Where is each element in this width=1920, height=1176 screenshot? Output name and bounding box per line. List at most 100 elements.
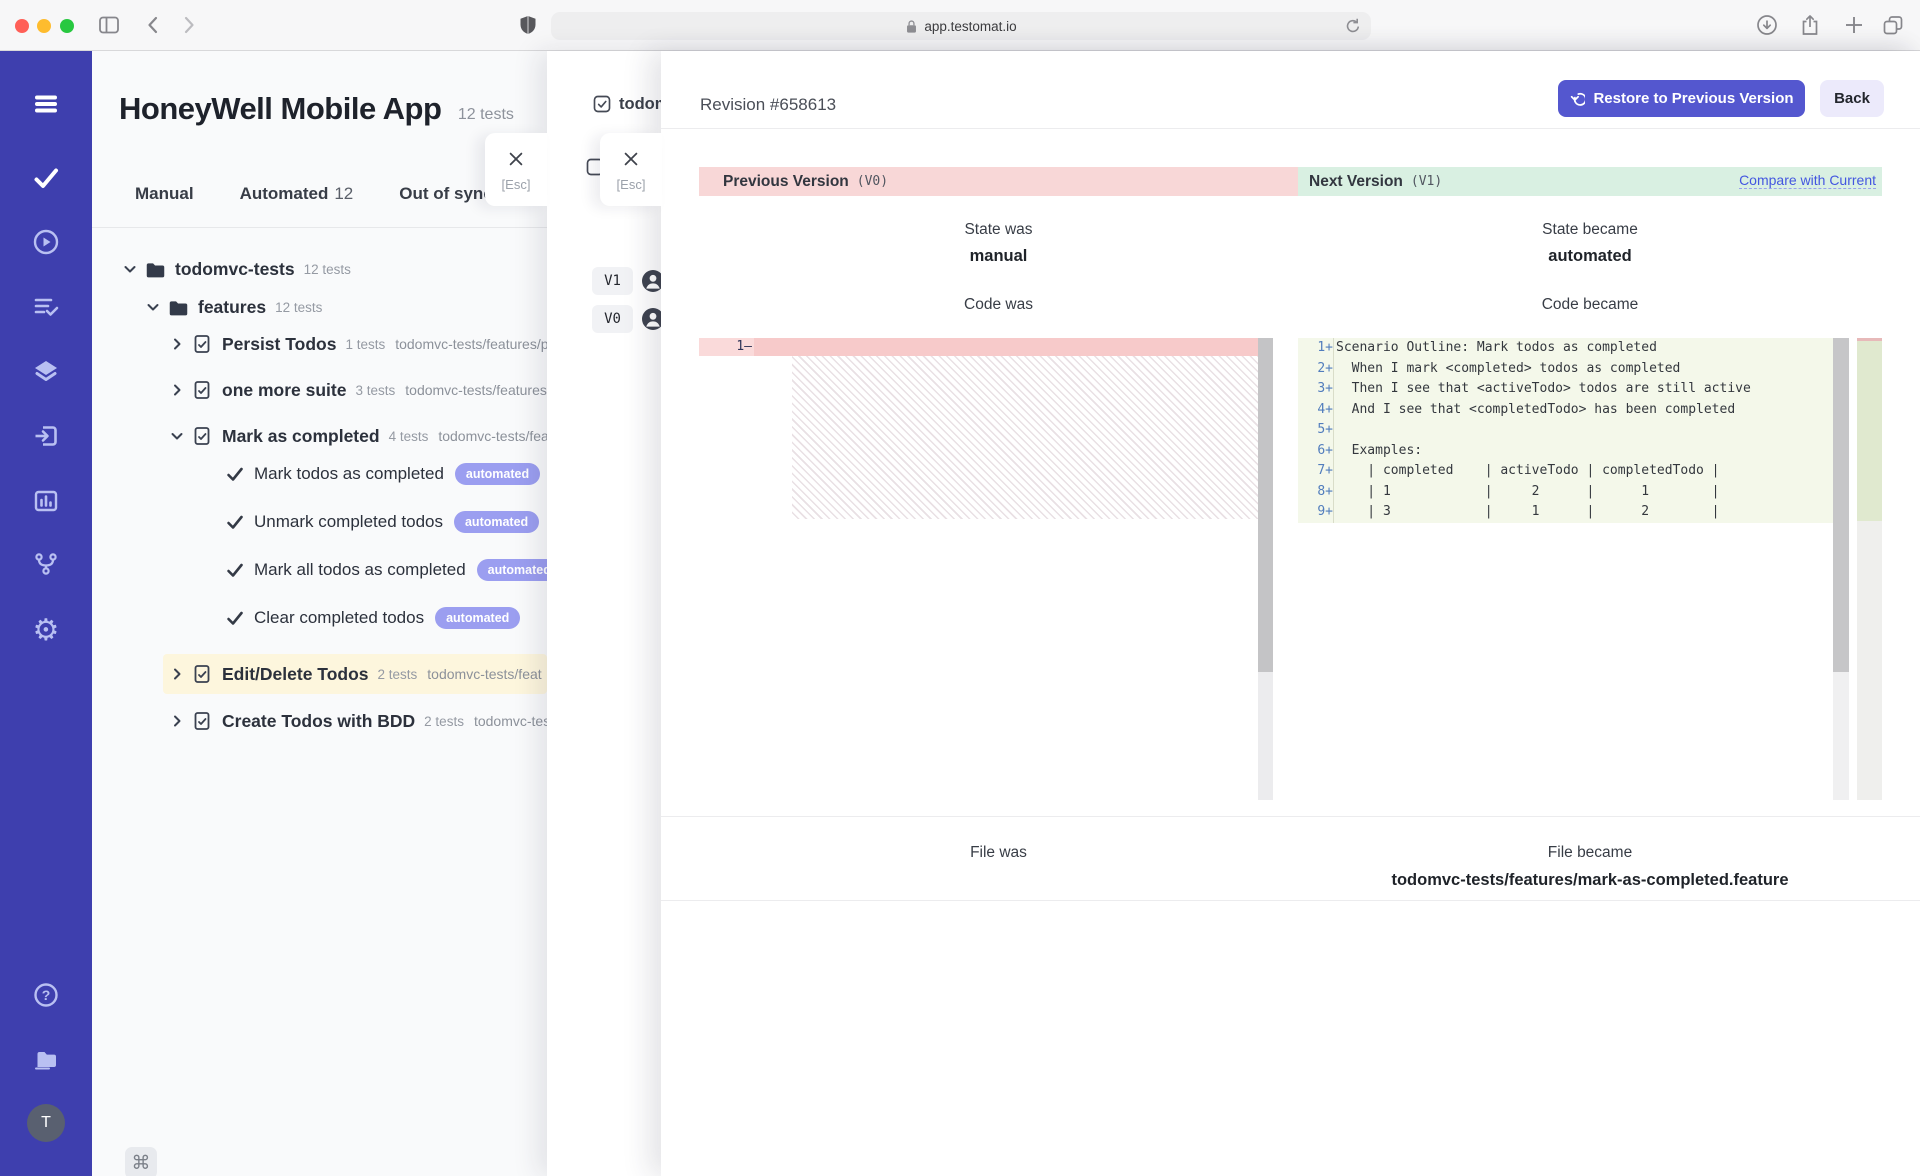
command-key-icon: ⌘ — [131, 1152, 151, 1174]
run-play-icon[interactable] — [33, 229, 59, 255]
back-icon[interactable] — [143, 14, 165, 36]
back-button[interactable]: Back — [1820, 80, 1884, 117]
settings-gear-icon[interactable]: ⚙ — [33, 616, 60, 646]
test-name: Clear completed todos — [254, 608, 425, 627]
tree-folder-todomvc-tests[interactable]: todomvc-tests 12 tests — [122, 252, 351, 286]
code-was-label: Code was — [964, 296, 1033, 313]
project-tests-count: 12 tests — [457, 106, 514, 123]
section-divider — [661, 900, 1920, 901]
code-line: 7+ | completed | activeTodo | completedT… — [1298, 461, 1833, 482]
projects-folder-icon[interactable] — [33, 1046, 59, 1072]
close-window-button[interactable] — [15, 19, 29, 33]
chevron-down-icon[interactable] — [169, 428, 185, 444]
downloads-icon[interactable] — [1756, 14, 1778, 36]
suite-file-icon — [194, 712, 210, 730]
user-avatar[interactable]: T — [27, 1104, 65, 1142]
tree-suite-persist-todos[interactable]: Persist Todos 1 tests todomvc-tests/feat… — [169, 327, 547, 361]
diff-added-code: 1+ Scenario Outline: Mark todos as comple… — [1298, 338, 1833, 523]
automated-badge: automated — [476, 559, 547, 581]
chevron-right-icon[interactable] — [169, 666, 185, 682]
state-became-label: State became — [1542, 221, 1638, 238]
header-divider — [661, 128, 1920, 129]
section-divider — [661, 816, 1920, 817]
code-line: 8+ | 1 | 2 | 1 | — [1298, 481, 1833, 502]
close-suite-panel-button[interactable]: [Esc] — [485, 133, 547, 206]
compare-with-current-link[interactable]: Compare with Current — [1739, 172, 1876, 189]
branch-icon[interactable] — [33, 551, 59, 577]
share-icon[interactable] — [1799, 14, 1821, 36]
close-icon[interactable] — [507, 150, 525, 168]
chevron-right-icon[interactable] — [169, 382, 185, 398]
layers-icon[interactable] — [33, 358, 59, 384]
restore-previous-version-button[interactable]: Restore to Previous Version — [1558, 80, 1805, 117]
tree-test-mark-all-todos-as-completed[interactable]: Mark all todos as completed automated — [226, 553, 547, 587]
new-tab-icon[interactable] — [1843, 14, 1865, 36]
address-bar[interactable]: app.testomat.io — [551, 12, 1371, 40]
menu-icon[interactable] — [33, 91, 59, 117]
diff-right-scrollbar[interactable] — [1833, 338, 1849, 800]
suite-path: todomvc-tests/features/p — [395, 336, 547, 352]
state-was-value: manual — [969, 247, 1028, 265]
suite-path: todomvc-tests/features — [405, 382, 547, 398]
sidebar: ⚙ ? T — [0, 51, 92, 1176]
tab-overview-icon[interactable] — [1882, 14, 1904, 36]
import-icon[interactable] — [33, 423, 59, 449]
avatar-initial: T — [41, 1114, 51, 1131]
browser-chrome: app.testomat.io — [0, 0, 1920, 51]
zoom-window-button[interactable] — [60, 19, 74, 33]
chevron-down-icon[interactable] — [145, 299, 161, 315]
close-revision-panel-button[interactable]: [Esc] — [600, 133, 662, 206]
analytics-icon[interactable] — [33, 488, 59, 514]
suite-panel-header: todom — [592, 94, 669, 114]
tree-suite-edit-delete-todos[interactable]: Edit/Delete Todos 2 tests todomvc-tests/… — [163, 654, 547, 694]
tree-test-clear-completed-todos[interactable]: Clear completed todos automated — [226, 601, 521, 635]
refresh-icon[interactable] — [1344, 17, 1362, 35]
keyboard-shortcut-hint[interactable]: ⌘ — [125, 1147, 157, 1176]
tree-folder-features[interactable]: features 12 tests — [145, 290, 322, 324]
tree-suite-mark-as-completed[interactable]: Mark as completed 4 tests todomvc-tests/… — [169, 419, 547, 453]
previous-version-header: Previous Version (V0) — [699, 167, 1298, 196]
forward-icon[interactable] — [177, 14, 199, 36]
sidebar-toggle-icon[interactable] — [98, 14, 120, 36]
tab-manual[interactable]: Manual — [135, 184, 194, 204]
folder-count: 12 tests — [275, 299, 323, 315]
chevron-right-icon[interactable] — [169, 336, 185, 352]
version-v1-badge[interactable]: V1 — [592, 267, 633, 295]
chevron-down-icon[interactable] — [122, 261, 138, 277]
diff-left-scrollbar[interactable] — [1258, 338, 1273, 800]
minimize-window-button[interactable] — [37, 19, 51, 33]
suite-file-icon — [194, 335, 210, 353]
diff-minimap[interactable] — [1857, 338, 1882, 800]
scrollbar-thumb[interactable] — [1258, 338, 1273, 672]
tab-out-of-sync[interactable]: Out of sync — [399, 184, 493, 204]
restore-icon — [1571, 92, 1586, 106]
suite-name: Mark as completed — [222, 425, 380, 446]
tree-suite-create-todos-with-bdd[interactable]: Create Todos with BDD 2 tests todomvc-te… — [169, 704, 547, 738]
svg-text:?: ? — [42, 987, 51, 1003]
suite-name: Persist Todos — [222, 333, 337, 354]
checkbox-checked-icon — [593, 95, 611, 113]
code-line: 6+ Examples: — [1298, 440, 1833, 461]
screen: app.testomat.io ⚙ ? T HoneyWell Mobile A… — [0, 0, 1920, 1176]
file-became-label: File became — [1547, 844, 1633, 861]
close-icon[interactable] — [622, 150, 640, 168]
suite-count: 2 tests — [424, 713, 464, 729]
state-was-label: State was — [964, 221, 1033, 238]
version-v0-badge[interactable]: V0 — [592, 305, 633, 333]
tree-test-mark-todos-as-completed[interactable]: Mark todos as completed automated — [226, 457, 541, 491]
code-line: 2+ When I mark <completed> todos as comp… — [1298, 358, 1833, 379]
tree-suite-one-more-suite[interactable]: one more suite 3 tests todomvc-tests/fea… — [169, 373, 547, 407]
tab-automated[interactable]: Automated 12 — [240, 184, 354, 204]
chevron-right-icon[interactable] — [169, 713, 185, 729]
previous-version-tag: (V0) — [856, 174, 889, 189]
help-icon[interactable]: ? — [33, 982, 59, 1008]
tree-test-unmark-completed-todos[interactable]: Unmark completed todos automated — [226, 505, 540, 539]
suite-name: Edit/Delete Todos — [222, 663, 369, 684]
code-line: 5+ — [1298, 420, 1833, 441]
test-plans-icon[interactable] — [33, 294, 59, 320]
suite-file-icon — [194, 381, 210, 399]
code-line: 1+ Scenario Outline: Mark todos as comple… — [1298, 338, 1833, 359]
tests-check-icon[interactable] — [33, 165, 59, 191]
scrollbar-thumb[interactable] — [1833, 338, 1849, 672]
privacy-shield-icon[interactable] — [517, 14, 539, 36]
